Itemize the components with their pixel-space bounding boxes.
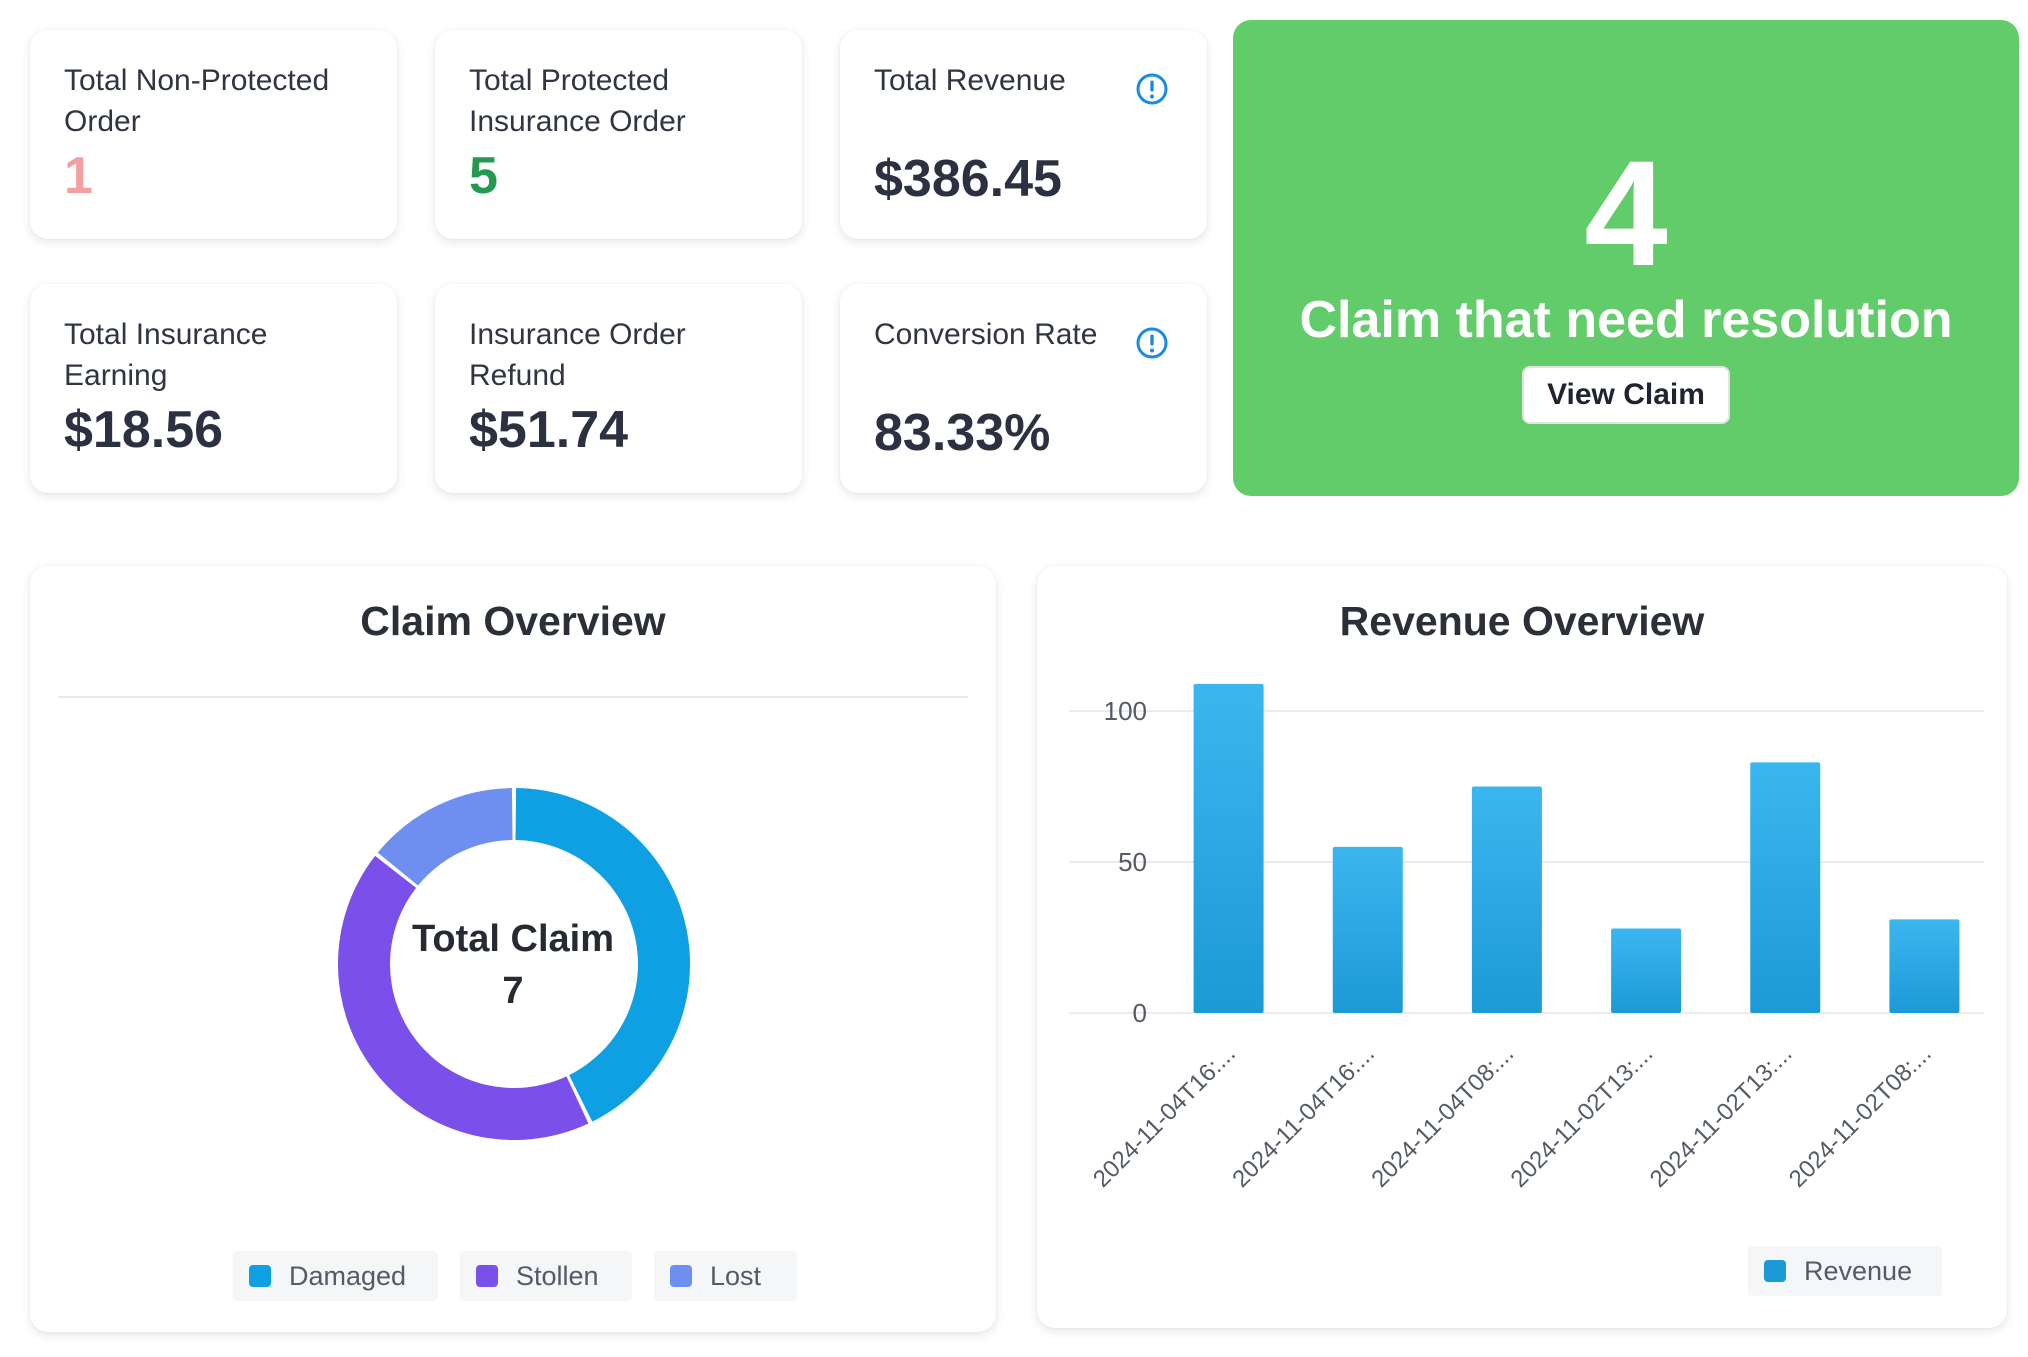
- stat-value: 5: [469, 147, 498, 205]
- stat-label: Total Non-Protected Order: [64, 64, 330, 138]
- x-tick-label: 2024-11-04T16:...: [1227, 1040, 1380, 1193]
- x-tick-label: 2024-11-02T13:...: [1506, 1040, 1659, 1193]
- stat-card-protected: Total Protected Insurance Order 5: [435, 30, 802, 239]
- y-tick-label: 100: [1104, 696, 1147, 726]
- stat-card-insurance-earning: Total Insurance Earning $18.56: [30, 284, 397, 493]
- stat-value: $386.45: [874, 150, 1062, 208]
- bar[interactable]: [1889, 919, 1960, 1013]
- legend-label: Lost: [710, 1260, 762, 1291]
- claims-count: 4: [1584, 129, 1668, 297]
- info-circle-icon[interactable]: [1135, 326, 1169, 360]
- claims-message: Claim that need resolution: [1299, 291, 1953, 349]
- stat-label: Total Insurance Earning: [64, 318, 268, 392]
- donut-center-label: Total Claim: [412, 918, 614, 960]
- legend-item-stollen[interactable]: Stollen: [460, 1251, 632, 1301]
- revenue-overview-panel: Revenue Overview 0 50 100 2024-11-04T16:...…: [1037, 566, 2007, 1328]
- bar[interactable]: [1193, 683, 1264, 1013]
- stat-value: 83.33%: [874, 404, 1051, 462]
- stat-label: Total Protected Insurance Order: [469, 64, 686, 138]
- legend-item-damaged[interactable]: Damaged: [233, 1251, 438, 1301]
- donut-slice-lost[interactable]: [377, 788, 513, 886]
- x-tick-label: 2024-11-02T08:...: [1784, 1040, 1937, 1193]
- stat-value: 1: [64, 147, 93, 205]
- claims-resolution-card: 4 Claim that need resolution View Claim: [1233, 20, 2019, 496]
- x-tick-label: 2024-11-04T16:...: [1088, 1040, 1241, 1193]
- donut-center-value: 7: [502, 970, 524, 1012]
- legend-label: Stollen: [516, 1260, 599, 1291]
- bar[interactable]: [1332, 846, 1403, 1013]
- legend-label: Damaged: [289, 1260, 407, 1291]
- stat-card-non-protected: Total Non-Protected Order 1: [30, 30, 397, 239]
- stat-label: Insurance Order Refund: [469, 318, 686, 392]
- stat-label: Total Revenue: [874, 64, 1066, 97]
- stat-card-refund: Insurance Order Refund $51.74: [435, 284, 802, 493]
- stat-card-revenue: Total Revenue $386.45: [840, 30, 1207, 239]
- stat-card-conversion: Conversion Rate 83.33%: [840, 284, 1207, 493]
- bar-chart: 0 50 100 2024-11-04T16:...2024-11-04T16:...…: [1069, 683, 1984, 1193]
- legend-swatch: [670, 1265, 692, 1287]
- legend-label: Revenue: [1804, 1255, 1913, 1286]
- view-claim-button[interactable]: View Claim: [1522, 366, 1730, 424]
- legend-swatch: [1764, 1260, 1786, 1282]
- y-tick-label: 0: [1133, 998, 1147, 1028]
- legend-swatch: [476, 1265, 498, 1287]
- stat-value: $18.56: [64, 401, 224, 459]
- legend-item-lost[interactable]: Lost: [654, 1251, 797, 1301]
- stat-label: Conversion Rate: [874, 318, 1098, 351]
- legend-swatch: [249, 1265, 271, 1287]
- x-tick-label: 2024-11-04T08:...: [1366, 1040, 1519, 1193]
- bar[interactable]: [1750, 762, 1821, 1013]
- bar[interactable]: [1611, 928, 1682, 1013]
- x-tick-label: 2024-11-02T13:...: [1645, 1040, 1798, 1193]
- info-circle-icon[interactable]: [1135, 72, 1169, 106]
- legend-item-revenue[interactable]: Revenue: [1748, 1246, 1942, 1296]
- bar[interactable]: [1471, 786, 1542, 1014]
- stat-value: $51.74: [469, 401, 629, 459]
- y-tick-label: 50: [1118, 847, 1147, 877]
- claim-overview-panel: Claim Overview Total Claim 7 Damaged Stol…: [30, 566, 996, 1332]
